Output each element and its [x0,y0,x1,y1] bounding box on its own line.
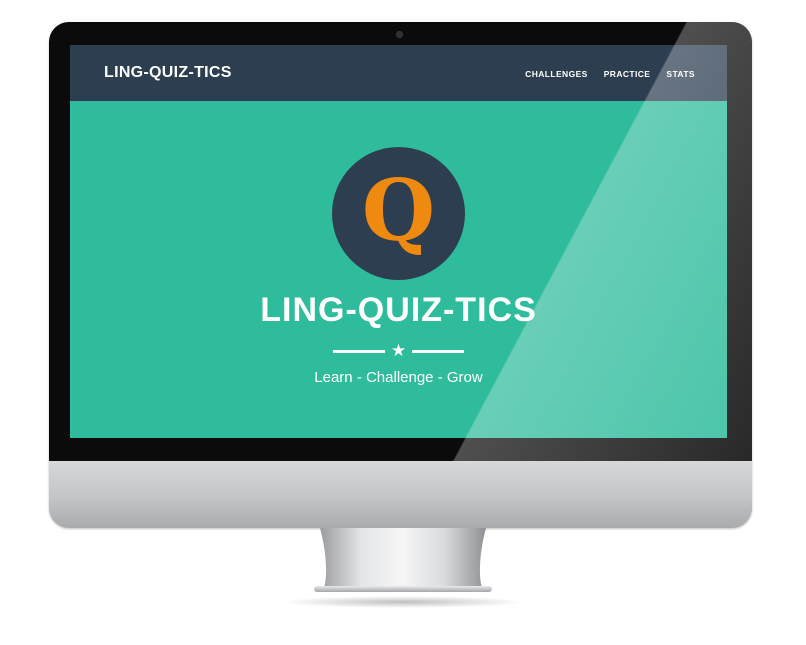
stand-shadow [280,596,526,608]
divider-line-right [412,350,464,353]
divider-line-left [333,350,385,353]
nav-link-stats[interactable]: STATS [666,69,695,79]
quiz-logo: Q [332,147,465,280]
monitor-stand [314,528,492,592]
camera-icon [396,31,403,38]
screen-bezel: LING-QUIZ-TICS CHALLENGES PRACTICE STATS… [49,22,752,461]
star-icon: ★ [390,341,407,361]
hero-title: LING-QUIZ-TICS [260,291,537,329]
logo-letter: Q [361,161,436,260]
stage: LING-QUIZ-TICS CHALLENGES PRACTICE STATS… [0,0,806,645]
imac-monitor: LING-QUIZ-TICS CHALLENGES PRACTICE STATS… [49,22,752,528]
monitor-chin [49,461,752,528]
hero-tagline: Learn - Challenge - Grow [314,369,483,386]
nav-link-practice[interactable]: PRACTICE [604,69,651,79]
navbar: LING-QUIZ-TICS CHALLENGES PRACTICE STATS [70,45,727,101]
nav-link-challenges[interactable]: CHALLENGES [525,69,588,79]
website-screen: LING-QUIZ-TICS CHALLENGES PRACTICE STATS… [70,45,727,438]
brand-link[interactable]: LING-QUIZ-TICS [104,64,232,82]
nav-links: CHALLENGES PRACTICE STATS [525,69,695,79]
star-divider: ★ [333,341,464,361]
